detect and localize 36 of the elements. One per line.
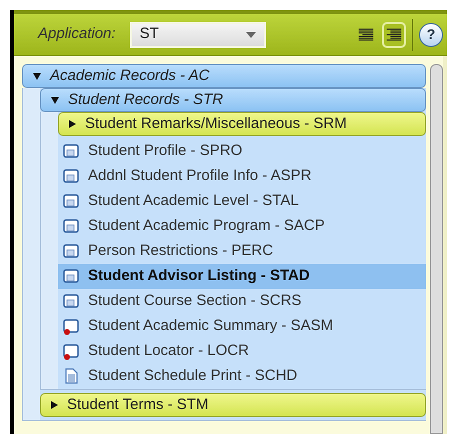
collapsed-arrow-icon bbox=[69, 120, 76, 128]
collapsed-arrow-icon bbox=[51, 401, 58, 409]
tree-item[interactable]: Student Academic Program - SACP bbox=[58, 214, 426, 239]
view-toggle-button[interactable] bbox=[382, 22, 406, 48]
tree-item[interactable]: Person Restrictions - PERC bbox=[58, 239, 426, 264]
tree-item[interactable]: Student Locator - LOCR bbox=[58, 339, 426, 364]
folder-header[interactable]: Academic Records - AC bbox=[22, 64, 426, 88]
tree-item[interactable]: Student Schedule Print - SCHD bbox=[58, 364, 426, 389]
form-alert-icon bbox=[63, 318, 79, 335]
text-lines-icon bbox=[357, 26, 375, 42]
expanded-arrow-icon bbox=[33, 72, 41, 80]
form-window-icon bbox=[63, 293, 79, 310]
form-window-icon bbox=[63, 168, 79, 185]
dropdown-caret-icon bbox=[246, 32, 256, 38]
form-window-icon bbox=[63, 218, 79, 235]
tree-item[interactable]: Student Profile - SPRO bbox=[58, 139, 426, 164]
folder-header[interactable]: Student Terms - STM bbox=[40, 393, 426, 417]
tree-item[interactable]: Student Academic Level - STAL bbox=[58, 189, 426, 214]
folder-header[interactable]: Student Records - STR bbox=[40, 88, 426, 112]
form-alert-icon bbox=[63, 343, 79, 360]
document-icon bbox=[63, 368, 79, 385]
form-window-icon bbox=[63, 143, 79, 160]
application-dropdown[interactable]: ST bbox=[130, 22, 266, 48]
tree-item[interactable]: Addnl Student Profile Info - ASPR bbox=[58, 164, 426, 189]
application-label: Application: bbox=[38, 24, 116, 44]
form-window-icon bbox=[63, 243, 79, 260]
folder-header[interactable]: Student Remarks/Miscellaneous - SRM bbox=[58, 112, 426, 136]
tree-item[interactable]: Student Course Section - SCRS bbox=[58, 289, 426, 314]
form-window-icon bbox=[63, 193, 79, 210]
help-button[interactable]: ? bbox=[419, 22, 443, 46]
tree-item[interactable]: Student Advisor Listing - STAD bbox=[58, 264, 426, 289]
scrollbar[interactable] bbox=[430, 64, 443, 434]
text-lines-icon bbox=[385, 26, 403, 42]
form-window-icon bbox=[63, 268, 79, 285]
tree-item[interactable]: Student Academic Summary - SASM bbox=[58, 314, 426, 339]
expanded-arrow-icon bbox=[51, 96, 59, 104]
